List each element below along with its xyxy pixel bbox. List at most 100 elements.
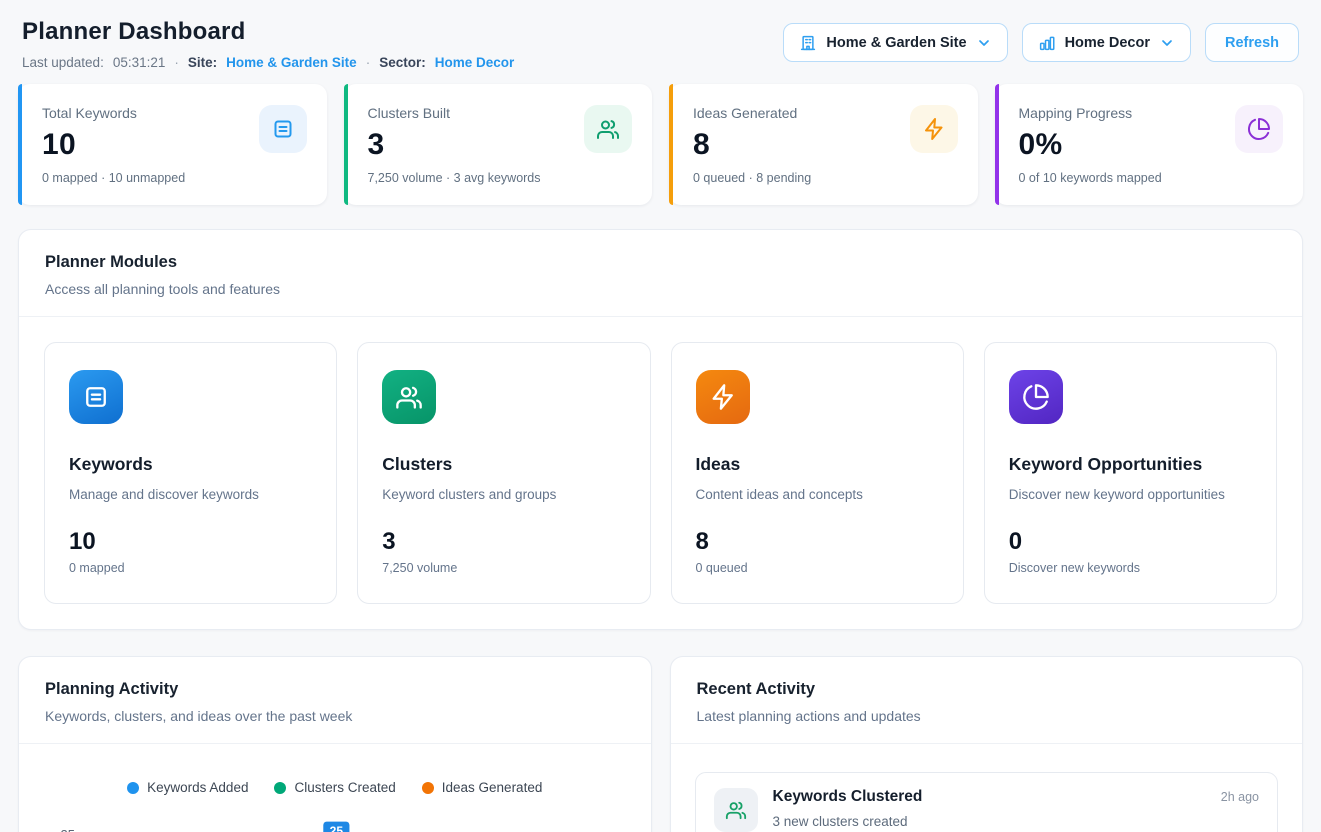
lightning-icon bbox=[696, 370, 750, 424]
users-icon bbox=[382, 370, 436, 424]
module-stat-value: 8 bbox=[696, 528, 939, 556]
activity-title-row: Keywords Clustered 2h ago bbox=[773, 788, 1260, 806]
data-label-badge: 25 bbox=[323, 822, 349, 832]
module-card-clusters[interactable]: Clusters Keyword clusters and groups 3 7… bbox=[357, 342, 650, 604]
stat-subtext: 0 queued · 8 pending bbox=[693, 171, 811, 185]
module-title: Keyword Opportunities bbox=[1009, 454, 1252, 475]
stat-content: Clusters Built 3 7,250 volume · 3 avg ke… bbox=[368, 105, 541, 185]
recent-activity-subtitle: Latest planning actions and updates bbox=[697, 708, 1277, 724]
stat-label: Ideas Generated bbox=[693, 105, 811, 121]
module-stat-subtext: 0 queued bbox=[696, 561, 939, 575]
chevron-down-icon bbox=[976, 35, 992, 51]
site-selector-button[interactable]: Home & Garden Site bbox=[783, 23, 1007, 62]
modules-panel-subtitle: Access all planning tools and features bbox=[45, 281, 1276, 297]
stat-subtext: 0 of 10 keywords mapped bbox=[1019, 171, 1162, 185]
planning-activity-subtitle: Keywords, clusters, and ideas over the p… bbox=[45, 708, 625, 724]
sector-selector-button[interactable]: Home Decor bbox=[1022, 23, 1191, 62]
module-card-ideas[interactable]: Ideas Content ideas and concepts 8 0 que… bbox=[671, 342, 964, 604]
module-description: Content ideas and concepts bbox=[696, 487, 939, 502]
page-title: Planner Dashboard bbox=[22, 18, 514, 46]
meta-separator: · bbox=[366, 55, 371, 70]
site-label: Site: bbox=[188, 55, 217, 70]
module-description: Discover new keyword opportunities bbox=[1009, 487, 1252, 502]
bottom-row: Planning Activity Keywords, clusters, an… bbox=[18, 656, 1303, 832]
stat-content: Mapping Progress 0% 0 of 10 keywords map… bbox=[1019, 105, 1162, 185]
module-description: Keyword clusters and groups bbox=[382, 487, 625, 502]
planner-modules-panel: Planner Modules Access all planning tool… bbox=[18, 229, 1303, 630]
planner-dashboard-page: Planner Dashboard Last updated: 05:31:21… bbox=[0, 0, 1321, 832]
module-title: Ideas bbox=[696, 454, 939, 475]
legend-dot-icon bbox=[422, 782, 434, 794]
legend-dot-icon bbox=[127, 782, 139, 794]
y-axis-tick: 25 bbox=[43, 818, 75, 832]
pie-chart-icon bbox=[1009, 370, 1063, 424]
users-icon bbox=[584, 105, 632, 153]
stat-card-mapping-progress: Mapping Progress 0% 0 of 10 keywords map… bbox=[995, 84, 1304, 205]
stat-value: 10 bbox=[42, 128, 185, 162]
module-card-keyword-opportunities[interactable]: Keyword Opportunities Discover new keywo… bbox=[984, 342, 1277, 604]
sector-selector-value: Home Decor bbox=[1065, 35, 1150, 51]
stat-card-ideas-generated: Ideas Generated 8 0 queued · 8 pending bbox=[669, 84, 978, 205]
lightning-icon bbox=[910, 105, 958, 153]
activity-title: Keywords Clustered bbox=[773, 788, 923, 806]
module-stat-subtext: 7,250 volume bbox=[382, 561, 625, 575]
module-stat-value: 3 bbox=[382, 528, 625, 556]
recent-activity-title: Recent Activity bbox=[697, 680, 1277, 699]
module-card-keywords[interactable]: Keywords Manage and discover keywords 10… bbox=[44, 342, 337, 604]
activity-body: Keywords Clustered 2h ago 3 new clusters… bbox=[773, 788, 1260, 829]
meta-separator: · bbox=[174, 55, 179, 70]
area-chart-svg: 25 24 bbox=[84, 818, 627, 832]
stat-card-total-keywords: Total Keywords 10 0 mapped · 10 unmapped bbox=[18, 84, 327, 205]
chart-plot-area: 25 25 bbox=[43, 818, 627, 832]
site-link[interactable]: Home & Garden Site bbox=[226, 55, 357, 70]
module-title: Clusters bbox=[382, 454, 625, 475]
recent-activity-header: Recent Activity Latest planning actions … bbox=[671, 657, 1303, 744]
activity-item-keywords-clustered: Keywords Clustered 2h ago 3 new clusters… bbox=[695, 772, 1279, 832]
stat-subtext: 0 mapped · 10 unmapped bbox=[42, 171, 185, 185]
last-updated-value: 05:31:21 bbox=[113, 55, 166, 70]
sector-link[interactable]: Home Decor bbox=[435, 55, 515, 70]
legend-item-clusters-created: Clusters Created bbox=[274, 780, 395, 795]
stat-content: Ideas Generated 8 0 queued · 8 pending bbox=[693, 105, 811, 185]
bar-chart-icon bbox=[1038, 34, 1056, 52]
pie-chart-icon bbox=[1235, 105, 1283, 153]
module-description: Manage and discover keywords bbox=[69, 487, 312, 502]
legend-item-keywords-added: Keywords Added bbox=[127, 780, 248, 795]
activity-chart: Keywords Added Clusters Created Ideas Ge… bbox=[19, 744, 651, 832]
last-updated-label: Last updated: bbox=[22, 55, 104, 70]
stat-label: Mapping Progress bbox=[1019, 105, 1162, 121]
activity-timestamp: 2h ago bbox=[1221, 790, 1259, 804]
refresh-button[interactable]: Refresh bbox=[1205, 23, 1299, 62]
stat-label: Total Keywords bbox=[42, 105, 185, 121]
legend-label: Clusters Created bbox=[294, 780, 395, 795]
users-icon bbox=[714, 788, 758, 832]
stat-content: Total Keywords 10 0 mapped · 10 unmapped bbox=[42, 105, 185, 185]
stat-value: 3 bbox=[368, 128, 541, 162]
modules-grid: Keywords Manage and discover keywords 10… bbox=[19, 317, 1302, 629]
header-meta: Last updated: 05:31:21 · Site: Home & Ga… bbox=[22, 55, 514, 70]
file-lines-icon bbox=[259, 105, 307, 153]
module-title: Keywords bbox=[69, 454, 312, 475]
planning-activity-panel: Planning Activity Keywords, clusters, an… bbox=[18, 656, 652, 832]
legend-dot-icon bbox=[274, 782, 286, 794]
legend-item-ideas-generated: Ideas Generated bbox=[422, 780, 543, 795]
stats-row: Total Keywords 10 0 mapped · 10 unmapped… bbox=[18, 84, 1303, 205]
legend-label: Ideas Generated bbox=[442, 780, 543, 795]
header-actions: Home & Garden Site Home Decor Refresh bbox=[783, 23, 1299, 62]
refresh-button-label: Refresh bbox=[1225, 35, 1279, 51]
site-selector-value: Home & Garden Site bbox=[826, 35, 966, 51]
modules-panel-header: Planner Modules Access all planning tool… bbox=[19, 230, 1302, 317]
header-left: Planner Dashboard Last updated: 05:31:21… bbox=[22, 18, 514, 70]
module-stat-value: 0 bbox=[1009, 528, 1252, 556]
stat-label: Clusters Built bbox=[368, 105, 541, 121]
recent-activity-panel: Recent Activity Latest planning actions … bbox=[670, 656, 1304, 832]
stat-value: 0% bbox=[1019, 128, 1162, 162]
stat-subtext: 7,250 volume · 3 avg keywords bbox=[368, 171, 541, 185]
svg-text:25: 25 bbox=[330, 824, 344, 832]
modules-panel-title: Planner Modules bbox=[45, 253, 1276, 272]
stat-card-clusters-built: Clusters Built 3 7,250 volume · 3 avg ke… bbox=[344, 84, 653, 205]
page-header: Planner Dashboard Last updated: 05:31:21… bbox=[18, 18, 1303, 70]
module-stat-subtext: 0 mapped bbox=[69, 561, 312, 575]
recent-activity-list: Keywords Clustered 2h ago 3 new clusters… bbox=[671, 744, 1303, 832]
legend-label: Keywords Added bbox=[147, 780, 248, 795]
